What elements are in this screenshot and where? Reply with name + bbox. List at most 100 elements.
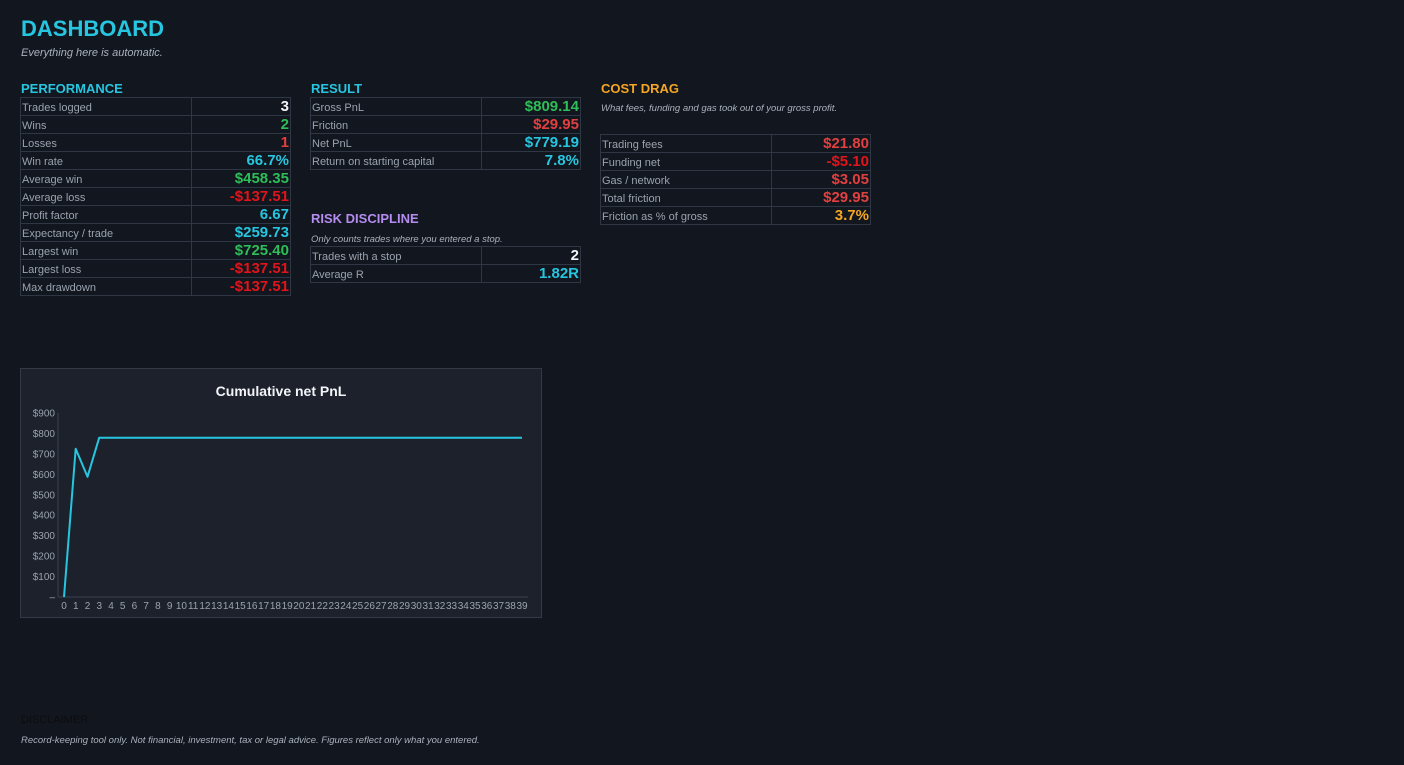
risk-table: Trades with a stop 2 Average R 1.82R <box>310 246 581 283</box>
x-tick-label: 17 <box>258 601 270 612</box>
row-value: 2 <box>191 115 291 134</box>
page-subtitle: Everything here is automatic. <box>21 47 163 59</box>
row-label: Friction <box>310 115 482 134</box>
table-row: Friction $29.95 <box>310 115 581 134</box>
row-label: Profit factor <box>20 205 192 224</box>
chart-title: Cumulative net PnL <box>216 383 347 399</box>
row-label: Average loss <box>20 187 192 206</box>
x-tick-label: 25 <box>352 601 364 612</box>
page-title: DASHBOARD <box>21 16 164 41</box>
row-label: Average R <box>310 264 482 283</box>
x-tick-label: 32 <box>434 601 446 612</box>
x-tick-label: 37 <box>493 601 505 612</box>
row-value: 1 <box>191 133 291 152</box>
row-value: 3 <box>191 97 291 116</box>
x-tick-label: 13 <box>211 601 223 612</box>
row-value: 2 <box>481 246 581 265</box>
x-tick-label: 14 <box>223 601 235 612</box>
risk-note: Only counts trades where you entered a s… <box>311 234 503 245</box>
y-tick-label: – <box>49 593 55 604</box>
x-tick-label: 15 <box>235 601 247 612</box>
row-label: Gross PnL <box>310 97 482 116</box>
y-tick-label: $200 <box>33 552 56 563</box>
table-row: Average loss -$137.51 <box>20 187 291 206</box>
disclaimer-title: DISCLAIMER <box>21 714 89 726</box>
x-tick-label: 39 <box>516 601 528 612</box>
x-tick-label: 8 <box>155 601 161 612</box>
row-label: Max drawdown <box>20 277 192 296</box>
row-label: Gas / network <box>600 170 772 189</box>
y-tick-label: $100 <box>33 572 56 583</box>
x-tick-label: 35 <box>469 601 481 612</box>
chart-y-ticks: – $100 $200 $300 $400 $500 $600 $700 $800 $900 <box>33 409 56 604</box>
x-tick-label: 22 <box>317 601 329 612</box>
row-value: 3.7% <box>771 206 871 225</box>
x-tick-label: 36 <box>481 601 493 612</box>
performance-table: Trades logged 3 Wins 2 Losses 1 Win rate 66.7% A… <box>20 97 291 296</box>
row-value: $29.95 <box>771 188 871 207</box>
y-tick-label: $500 <box>33 490 56 501</box>
table-row: Largest loss -$137.51 <box>20 259 291 278</box>
cost-table: Trading fees $21.80 Funding net -$5.10 Gas /… <box>600 134 871 225</box>
table-row: Friction as % of gross 3.7% <box>600 206 871 225</box>
row-value: $259.73 <box>191 223 291 242</box>
row-value: $29.95 <box>481 115 581 134</box>
disclaimer-text: Record-keeping tool only. Not financial,… <box>21 735 480 746</box>
row-label: Largest loss <box>20 259 192 278</box>
x-tick-label: 23 <box>329 601 341 612</box>
x-tick-label: 1 <box>73 601 79 612</box>
table-row: Profit factor 6.67 <box>20 205 291 224</box>
x-tick-label: 34 <box>458 601 470 612</box>
row-label: Net PnL <box>310 133 482 152</box>
x-tick-label: 3 <box>96 601 102 612</box>
row-label: Return on starting capital <box>310 151 482 170</box>
row-value: $809.14 <box>481 97 581 116</box>
cumulative-pnl-chart: Cumulative net PnL – $100 $200 $300 $400 $500… <box>20 368 542 618</box>
x-tick-label: 33 <box>446 601 458 612</box>
table-row: Gas / network $3.05 <box>600 170 871 189</box>
x-tick-label: 28 <box>387 601 399 612</box>
chart-lines <box>63 436 522 598</box>
x-tick-label: 11 <box>188 601 199 612</box>
row-value: 7.8% <box>481 151 581 170</box>
x-tick-label: 27 <box>376 601 388 612</box>
x-tick-label: 16 <box>246 601 258 612</box>
table-row: Largest win $725.40 <box>20 241 291 260</box>
row-value: -$137.51 <box>191 277 291 296</box>
result-table: Gross PnL $809.14 Friction $29.95 Net PnL $77… <box>310 97 581 170</box>
row-label: Trades logged <box>20 97 192 116</box>
row-label: Losses <box>20 133 192 152</box>
y-tick-label: $700 <box>33 449 56 460</box>
row-value: 66.7% <box>191 151 291 170</box>
x-tick-label: 4 <box>108 601 114 612</box>
row-value: $725.40 <box>191 241 291 260</box>
row-value: -$137.51 <box>191 187 291 206</box>
table-row: Trades logged 3 <box>20 97 291 116</box>
row-value: 6.67 <box>191 205 291 224</box>
row-value: $458.35 <box>191 169 291 188</box>
x-tick-label: 21 <box>305 601 317 612</box>
x-tick-label: 7 <box>143 601 149 612</box>
table-row: Expectancy / trade $259.73 <box>20 223 291 242</box>
x-tick-label: 6 <box>132 601 138 612</box>
row-value: -$137.51 <box>191 259 291 278</box>
row-value: $21.80 <box>771 134 871 153</box>
table-row: Trades with a stop 2 <box>310 246 581 265</box>
x-tick-label: 9 <box>167 601 173 612</box>
x-tick-label: 29 <box>399 601 411 612</box>
table-row: Average win $458.35 <box>20 169 291 188</box>
row-value: $3.05 <box>771 170 871 189</box>
chart-x-ticks: 0 1 2 3 4 5 6 7 8 9 10 11 12 13 14 15 16 17 18 19 20 21 22 23 24… <box>61 601 528 612</box>
row-label: Funding net <box>600 152 772 171</box>
table-row: Losses 1 <box>20 133 291 152</box>
row-label: Total friction <box>600 188 772 207</box>
y-tick-label: $900 <box>33 409 56 420</box>
y-tick-label: $300 <box>33 531 56 542</box>
row-value: $779.19 <box>481 133 581 152</box>
y-tick-label: $800 <box>33 429 56 440</box>
table-row: Wins 2 <box>20 115 291 134</box>
x-tick-label: 31 <box>422 601 434 612</box>
row-value: -$5.10 <box>771 152 871 171</box>
row-label: Expectancy / trade <box>20 223 192 242</box>
x-tick-label: 10 <box>176 601 188 612</box>
